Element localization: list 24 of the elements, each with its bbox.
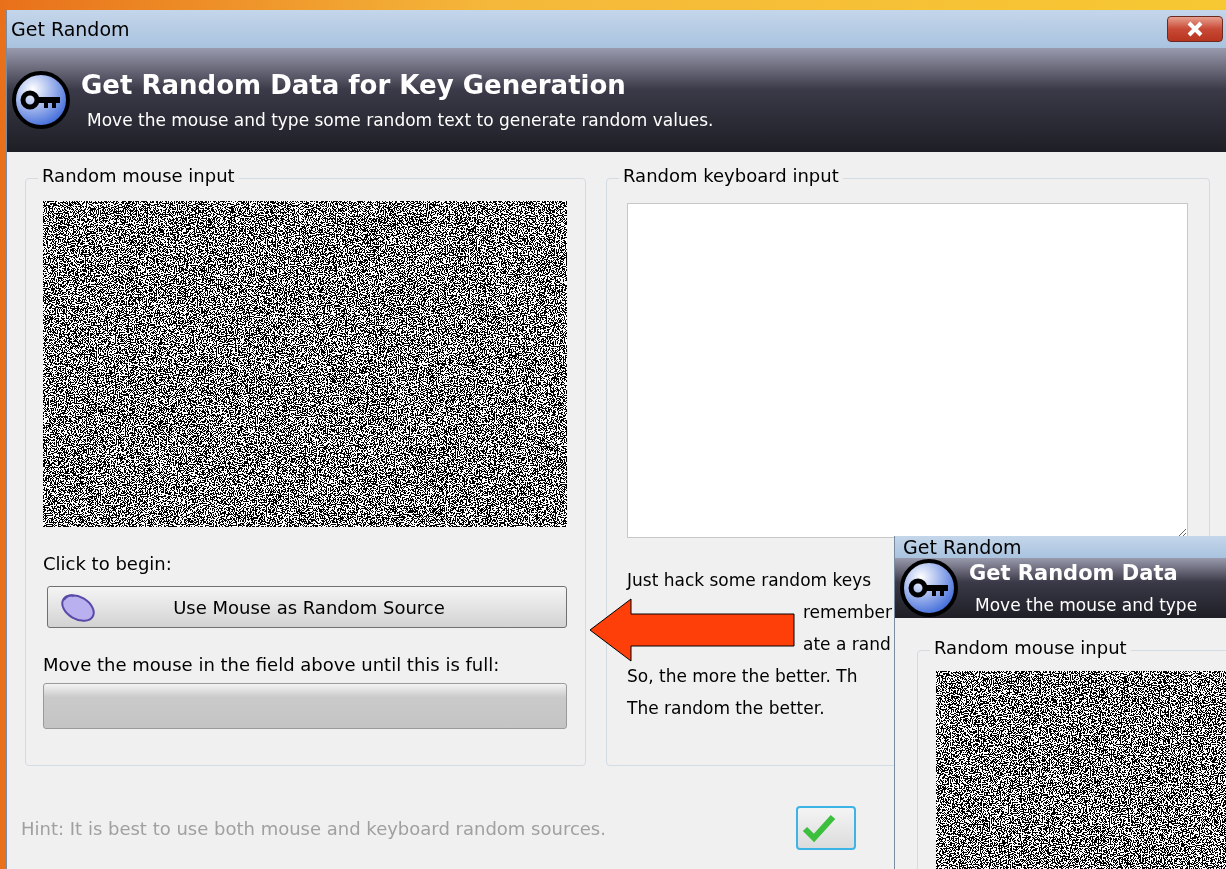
prompt-label: Click to begin: [43,553,173,574]
header-title: Get Random Data [969,561,1179,585]
instruction-text: Just hack some random keys [627,569,872,592]
instruction-text: So, the more the better. Th [627,665,858,688]
close-icon [1185,21,1205,37]
hint-text: Hint: It is best to use both mouse and keyboard random sources. [21,817,606,839]
keyboard-input-field[interactable] [627,203,1188,538]
progress-label: Move the mouse in the field above until this is full: [43,654,501,675]
instruction-text: remember [803,601,892,624]
instruction-text: The random the better. [627,697,825,720]
header-title: Get Random Data for Key Generation [81,70,627,100]
window-title: Get Random [903,536,1022,558]
group-title: Random mouse input [38,165,239,186]
key-icon [899,558,959,618]
header-subtitle: Move the mouse and type [975,595,1198,615]
use-mouse-button[interactable]: Use Mouse as Random Source [47,586,567,628]
instruction-text: ate a rand [803,633,891,656]
key-icon [11,70,71,130]
window-title: Get Random [11,18,130,40]
group-title: Random keyboard input [619,165,843,186]
checkmark-icon [801,813,836,843]
header-subtitle: Move the mouse and type some random text to generate random values. [87,110,714,130]
close-button[interactable] [1167,16,1223,42]
group-title: Random mouse input [930,637,1131,658]
